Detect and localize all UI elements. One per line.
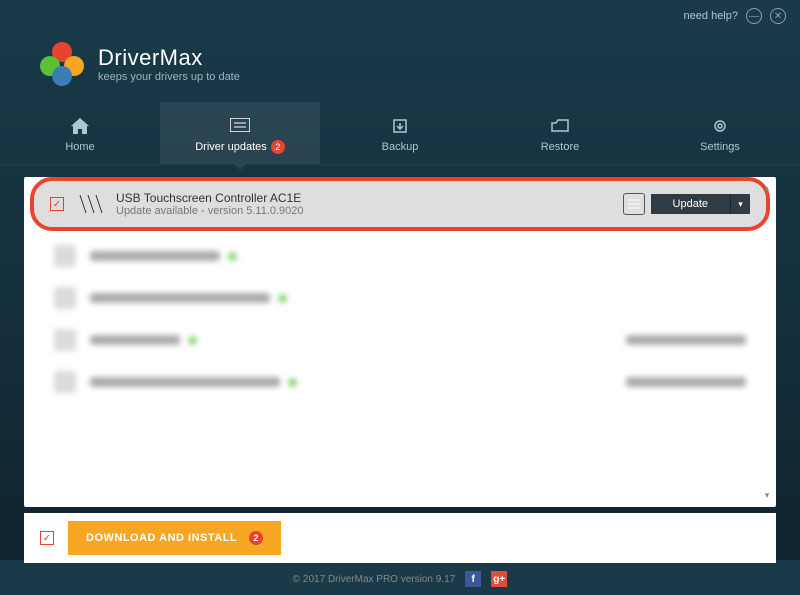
home-icon: [70, 117, 90, 135]
download-install-button[interactable]: DOWNLOAD AND INSTALL 2: [68, 521, 281, 555]
update-dropdown[interactable]: ▾: [730, 194, 750, 214]
scroll-up-icon[interactable]: ▴: [760, 183, 774, 194]
blurred-driver-row: [24, 235, 776, 277]
backup-icon: [390, 117, 410, 135]
scrollbar[interactable]: ▴ ▾: [760, 183, 774, 501]
copyright-text: © 2017 DriverMax PRO version 9.17: [293, 574, 455, 585]
tab-home-label: Home: [65, 141, 94, 153]
driver-status: Update available - version 5.11.0.9020: [116, 205, 623, 217]
footer: © 2017 DriverMax PRO version 9.17 f g+: [0, 563, 800, 595]
tab-backup-label: Backup: [382, 141, 419, 153]
googleplus-icon[interactable]: g+: [491, 571, 507, 587]
driver-list: ✓ USB Touchscreen Controller AC1E Update…: [24, 177, 776, 507]
brand-header: DriverMax keeps your drivers up to date: [0, 32, 800, 102]
download-label: DOWNLOAD AND INSTALL: [86, 532, 237, 544]
app-title: DriverMax: [98, 45, 240, 71]
scroll-down-icon[interactable]: ▾: [760, 490, 774, 501]
select-all-checkbox[interactable]: ✓: [40, 531, 54, 545]
device-icon: [78, 191, 104, 217]
tab-driver-updates[interactable]: Driver updates 2: [160, 102, 320, 164]
blurred-driver-row: [24, 319, 776, 361]
close-button[interactable]: ✕: [770, 8, 786, 24]
minimize-button[interactable]: —: [746, 8, 762, 24]
nav-tabs: Home Driver updates 2 Backup Restore Sett…: [0, 102, 800, 165]
tab-restore-label: Restore: [541, 141, 580, 153]
tab-backup[interactable]: Backup: [320, 102, 480, 164]
gear-icon: [710, 117, 730, 135]
tab-restore[interactable]: Restore: [480, 102, 640, 164]
tab-updates-label: Driver updates: [195, 141, 267, 153]
facebook-icon[interactable]: f: [465, 571, 481, 587]
tab-settings[interactable]: Settings: [640, 102, 800, 164]
app-logo: [40, 42, 84, 86]
driver-row[interactable]: ✓ USB Touchscreen Controller AC1E Update…: [30, 177, 770, 231]
bottom-bar: ✓ DOWNLOAD AND INSTALL 2: [24, 513, 776, 563]
help-link[interactable]: need help?: [684, 10, 738, 22]
restore-icon: [550, 117, 570, 135]
updates-icon: [230, 116, 250, 134]
tab-settings-label: Settings: [700, 141, 740, 153]
details-icon[interactable]: [623, 193, 645, 215]
app-subtitle: keeps your drivers up to date: [98, 71, 240, 83]
titlebar: need help? — ✕: [0, 0, 800, 32]
blurred-driver-row: [24, 277, 776, 319]
update-button[interactable]: Update: [651, 194, 730, 214]
tab-home[interactable]: Home: [0, 102, 160, 164]
driver-name: USB Touchscreen Controller AC1E: [116, 191, 623, 205]
download-badge: 2: [249, 531, 263, 545]
blurred-driver-row: [24, 361, 776, 403]
driver-checkbox[interactable]: ✓: [50, 197, 64, 211]
updates-badge: 2: [271, 140, 285, 154]
